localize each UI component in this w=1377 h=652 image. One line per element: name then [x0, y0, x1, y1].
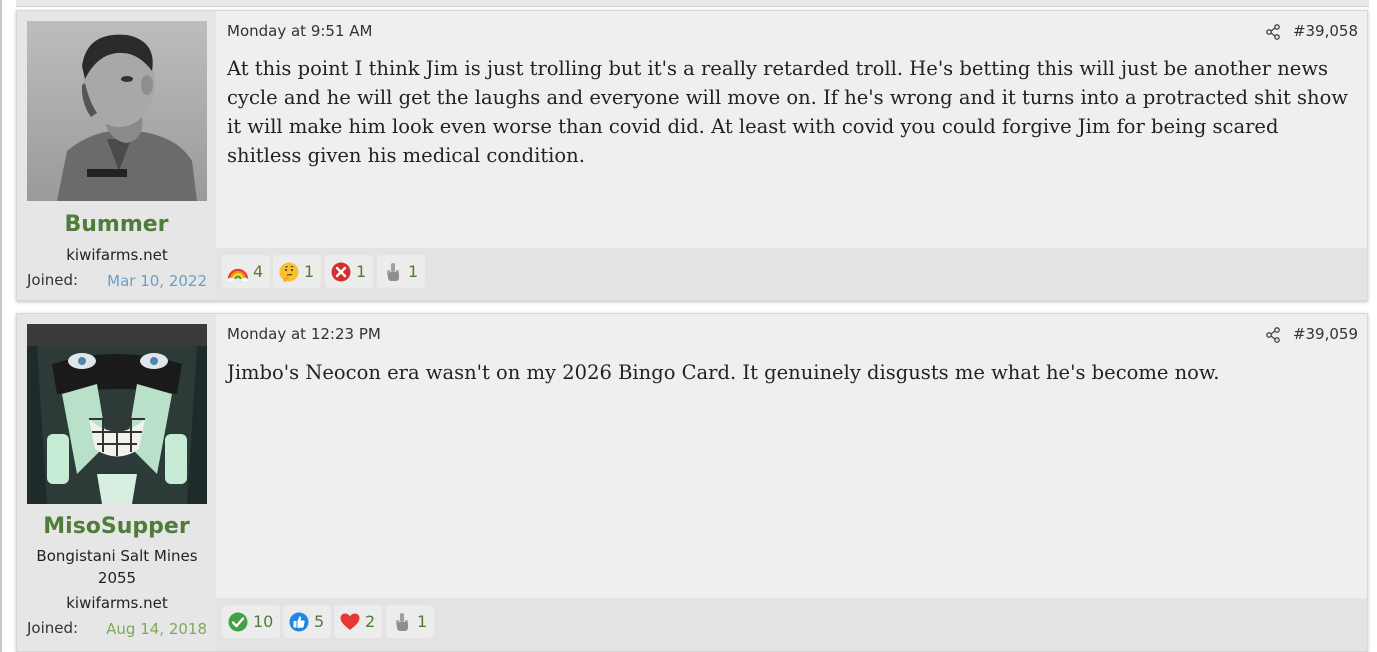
joined-date: Mar 10, 2022: [107, 272, 207, 290]
username[interactable]: Bummer: [17, 212, 216, 237]
post-message: At this point I think Jim is just trolli…: [227, 57, 1349, 167]
previous-post-bottom-edge: [16, 0, 1369, 7]
post-39059: MisoSupper Bongistani Salt Mines 2055 ki…: [16, 313, 1368, 652]
user-title-line2: 2055: [97, 569, 137, 587]
post-39058: Bummer kiwifarms.net Joined: Mar 10, 202…: [16, 10, 1368, 301]
user-site: kiwifarms.net: [66, 246, 168, 264]
avatar[interactable]: [27, 21, 207, 201]
user-title: Bongistani Salt Mines 2055: [27, 545, 207, 589]
post-number-link[interactable]: #39,059: [1293, 325, 1358, 343]
reaction-count: 1: [408, 262, 419, 281]
middle-finger-icon: [387, 262, 399, 281]
joined-date: Aug 14, 2018: [106, 620, 207, 638]
share-icon[interactable]: [1265, 327, 1281, 343]
middle-finger-icon: [396, 612, 408, 631]
username[interactable]: MisoSupper: [17, 514, 216, 539]
reaction-count: 5: [314, 612, 325, 631]
reaction-count: 10: [253, 612, 274, 631]
reaction-count: 1: [417, 612, 428, 631]
user-cell: Bummer kiwifarms.net Joined: Mar 10, 202…: [17, 11, 216, 300]
reactions-bar: 4 1 1 1: [216, 248, 1367, 300]
red-x-icon: [331, 262, 351, 281]
share-icon[interactable]: [1265, 24, 1281, 40]
reaction-disagree[interactable]: 1: [325, 255, 374, 288]
reaction-count: 4: [253, 262, 264, 281]
user-cell: MisoSupper Bongistani Salt Mines 2055 ki…: [17, 314, 216, 651]
reaction-like[interactable]: 5: [283, 605, 332, 638]
user-title-line1: Bongistani Salt Mines: [36, 547, 198, 565]
reaction-middle-finger[interactable]: 1: [377, 255, 426, 288]
reaction-agree[interactable]: 10: [222, 605, 281, 638]
heart-icon: [340, 613, 360, 630]
joined-label: Joined:: [27, 271, 79, 289]
post-message: Jimbo's Neocon era wasn't on my 2026 Bin…: [227, 361, 1220, 384]
avatar[interactable]: [27, 324, 207, 504]
thumbs-up-icon: [289, 612, 309, 631]
post-date[interactable]: Monday at 9:51 AM: [227, 22, 372, 40]
reaction-middle-finger[interactable]: 1: [386, 605, 435, 638]
user-site: kiwifarms.net: [66, 594, 168, 612]
rainbow-icon: [227, 268, 249, 281]
reactions-bar: 10 5 2 1: [216, 598, 1367, 651]
reaction-count: 2: [365, 612, 376, 631]
reaction-count: 1: [356, 262, 367, 281]
joined-label: Joined:: [27, 619, 79, 637]
post-date[interactable]: Monday at 12:23 PM: [227, 325, 381, 343]
reaction-love[interactable]: 2: [334, 605, 383, 638]
post-number-link[interactable]: #39,058: [1293, 22, 1358, 40]
reaction-thinking[interactable]: 1: [273, 255, 322, 288]
reaction-rainbow[interactable]: 4: [222, 255, 271, 288]
reaction-count: 1: [304, 262, 315, 281]
thinking-face-icon: [279, 262, 299, 282]
page-left-edge: [0, 0, 2, 652]
checkmark-icon: [228, 612, 248, 631]
